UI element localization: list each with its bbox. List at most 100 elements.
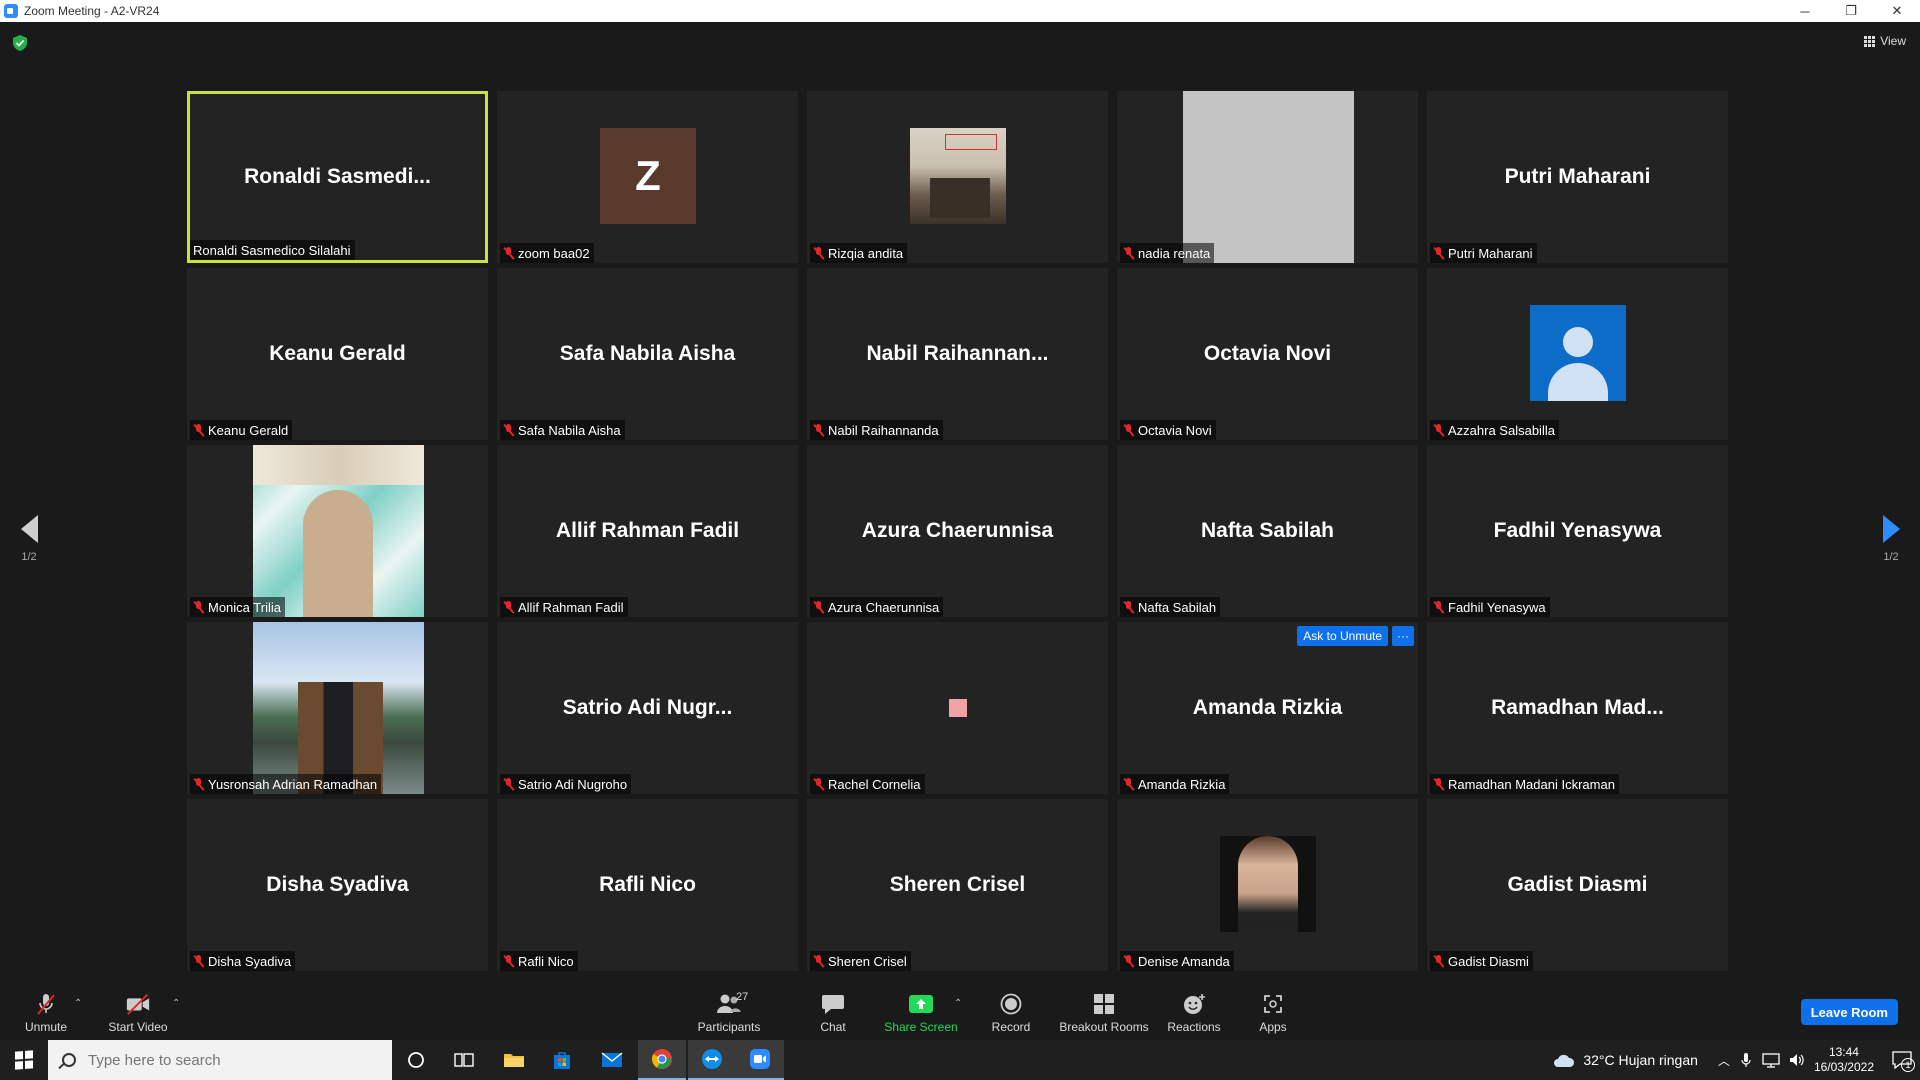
breakout-rooms-icon	[1091, 993, 1117, 1015]
zoom-window: Zoom Meeting - A2-VR24 ─ ❐ ✕ View Ronald…	[0, 0, 1920, 1080]
participant-tile[interactable]: Keanu Gerald Keanu Gerald	[187, 268, 488, 440]
participant-name-text: Safa Nabila Aisha	[518, 422, 621, 438]
participant-tile[interactable]: Zzoom baa02	[497, 91, 798, 263]
share-screen-button[interactable]: Share Screen	[882, 986, 960, 1040]
participant-display-name: Ramadhan Mad...	[1491, 696, 1664, 719]
chat-button[interactable]: Chat	[812, 986, 854, 1040]
microphone-tray-icon[interactable]	[1740, 1052, 1752, 1068]
start-video-button[interactable]: Start Video	[106, 986, 170, 1040]
participant-name-text: Azzahra Salsabilla	[1448, 422, 1555, 438]
next-page-button[interactable]: 1/2	[1880, 515, 1902, 563]
participant-tile[interactable]: Azura Chaerunnisa Azura Chaerunnisa	[807, 445, 1108, 617]
participant-name-text: Rachel Cornelia	[828, 776, 921, 792]
chrome-icon	[651, 1049, 672, 1069]
participant-name-text: nadia renata	[1138, 245, 1211, 261]
participant-display-name: Fadhil Yenasywa	[1493, 519, 1662, 542]
taskbar-search[interactable]	[48, 1040, 392, 1080]
close-button[interactable]: ✕	[1874, 0, 1920, 22]
participant-tile[interactable]: Rizqia andita	[807, 91, 1108, 263]
participant-tile[interactable]: Ramadhan Mad... Ramadhan Madani Ickraman	[1427, 622, 1728, 794]
participant-tile[interactable]: Nabil Raihannan... Nabil Raihannanda	[807, 268, 1108, 440]
participant-tile[interactable]: Safa Nabila Aisha Safa Nabila Aisha	[497, 268, 798, 440]
taskbar-search-input[interactable]	[88, 1051, 368, 1069]
mic-muted-icon	[503, 423, 514, 437]
mail-button[interactable]	[588, 1040, 636, 1080]
more-options-button[interactable]: ···	[1392, 626, 1414, 646]
security-shield-icon[interactable]	[13, 35, 27, 51]
participant-name-label: Allif Rahman Fadil	[500, 597, 628, 617]
mic-muted-icon	[193, 777, 204, 791]
participant-name-label: Azzahra Salsabilla	[1430, 420, 1559, 440]
zoom-taskbar-button[interactable]	[736, 1040, 784, 1080]
taskbar-clock[interactable]: 13:44 16/03/2022	[1814, 1045, 1874, 1075]
participant-tile[interactable]: Nafta Sabilah Nafta Sabilah	[1117, 445, 1418, 617]
participant-name-text: Monica Trilia	[208, 599, 281, 615]
network-icon[interactable]	[1762, 1052, 1780, 1068]
reactions-button[interactable]: Reactions	[1166, 986, 1222, 1040]
mic-muted-icon	[813, 423, 824, 437]
participant-tile[interactable]: Putri Maharani Putri Maharani	[1427, 91, 1728, 263]
participant-display-name: Allif Rahman Fadil	[555, 519, 740, 542]
view-button[interactable]: View	[1864, 34, 1906, 48]
start-button[interactable]	[0, 1040, 48, 1080]
participant-tile[interactable]: Yusronsah Adrian Ramadhan	[187, 622, 488, 794]
participant-tile[interactable]: Octavia Novi Octavia Novi	[1117, 268, 1418, 440]
participant-tile[interactable]: Satrio Adi Nugr... Satrio Adi Nugroho	[497, 622, 798, 794]
weather-text[interactable]: 32°C Hujan ringan	[1583, 1052, 1698, 1068]
folder-icon	[504, 1054, 524, 1067]
participant-tile[interactable]: Gadist Diasmi Gadist Diasmi	[1427, 799, 1728, 971]
participant-name-text: Sheren Crisel	[828, 953, 907, 969]
weather-cloud-icon[interactable]	[1553, 1052, 1575, 1068]
video-options-caret-icon[interactable]: ⌃	[172, 998, 180, 1009]
participant-display-name: Disha Syadiva	[266, 873, 409, 896]
participant-tile[interactable]: Disha Syadiva Disha Syadiva	[187, 799, 488, 971]
participants-button[interactable]: 27 Participants	[690, 986, 768, 1040]
task-view-button[interactable]	[440, 1040, 488, 1080]
breakout-rooms-button[interactable]: Breakout Rooms	[1058, 986, 1150, 1040]
participant-tile[interactable]: Denise Amanda	[1117, 799, 1418, 971]
leave-room-button[interactable]: Leave Room	[1800, 999, 1898, 1025]
chrome-button[interactable]	[638, 1040, 686, 1080]
participant-tile[interactable]: Azzahra Salsabilla	[1427, 268, 1728, 440]
participant-tile[interactable]: Ronaldi Sasmedi... Ronaldi Sasmedico Sila…	[187, 91, 488, 263]
participant-name-label: Safa Nabila Aisha	[500, 420, 625, 440]
page-indicator-right: 1/2	[1883, 551, 1899, 563]
unmute-button[interactable]: Unmute	[20, 986, 72, 1040]
share-options-caret-icon[interactable]: ⌃	[954, 998, 962, 1009]
participant-name-text: zoom baa02	[518, 245, 590, 261]
action-center-button[interactable]: 1	[1884, 1040, 1920, 1080]
grid-view-icon	[1864, 35, 1876, 47]
cortana-button[interactable]	[392, 1040, 440, 1080]
participant-name-label: Keanu Gerald	[190, 420, 293, 440]
mail-envelope-icon	[601, 1052, 623, 1067]
mic-muted-icon	[1433, 246, 1444, 260]
arrow-left-icon	[20, 515, 38, 543]
file-explorer-button[interactable]	[490, 1040, 538, 1080]
ask-to-unmute-button[interactable]: Ask to Unmute	[1297, 626, 1388, 646]
record-button[interactable]: Record	[986, 986, 1036, 1040]
microsoft-store-button[interactable]	[538, 1040, 586, 1080]
participant-name-label: nadia renata	[1120, 243, 1215, 263]
previous-page-button[interactable]: 1/2	[18, 515, 40, 563]
participant-tile[interactable]: nadia renata	[1117, 91, 1418, 263]
participant-display-name: Putri Maharani	[1504, 165, 1651, 188]
participant-tile[interactable]: Sheren Crisel Sheren Crisel	[807, 799, 1108, 971]
restore-button[interactable]: ❐	[1828, 0, 1874, 22]
mic-muted-icon	[1433, 423, 1444, 437]
participant-tile[interactable]: Rachel Cornelia	[807, 622, 1108, 794]
teamviewer-button[interactable]	[688, 1040, 736, 1080]
apps-icon	[1260, 993, 1286, 1015]
minimize-button[interactable]: ─	[1782, 0, 1828, 22]
participant-tile[interactable]: Monica Trilia	[187, 445, 488, 617]
participant-tile[interactable]: Allif Rahman Fadil Allif Rahman Fadil	[497, 445, 798, 617]
audio-options-caret-icon[interactable]: ⌃	[74, 998, 82, 1009]
participant-tile[interactable]: Fadhil Yenasywa Fadhil Yenasywa	[1427, 445, 1728, 617]
volume-icon[interactable]	[1788, 1052, 1806, 1068]
participant-tile[interactable]: Rafli Nico Rafli Nico	[497, 799, 798, 971]
participant-display-name: Keanu Gerald	[269, 342, 406, 365]
participant-tile[interactable]: Amanda Rizkia Ask to Unmute ··· Amanda Rizk…	[1117, 622, 1418, 794]
participant-display-name: Amanda Rizkia	[1192, 696, 1343, 719]
meeting-toolbar: Unmute ⌃ Start Video ⌃ 27 Participants C…	[0, 986, 1920, 1040]
apps-button[interactable]: Apps	[1254, 986, 1292, 1040]
tray-overflow-chevron-icon[interactable]: ︿	[1718, 1052, 1730, 1069]
